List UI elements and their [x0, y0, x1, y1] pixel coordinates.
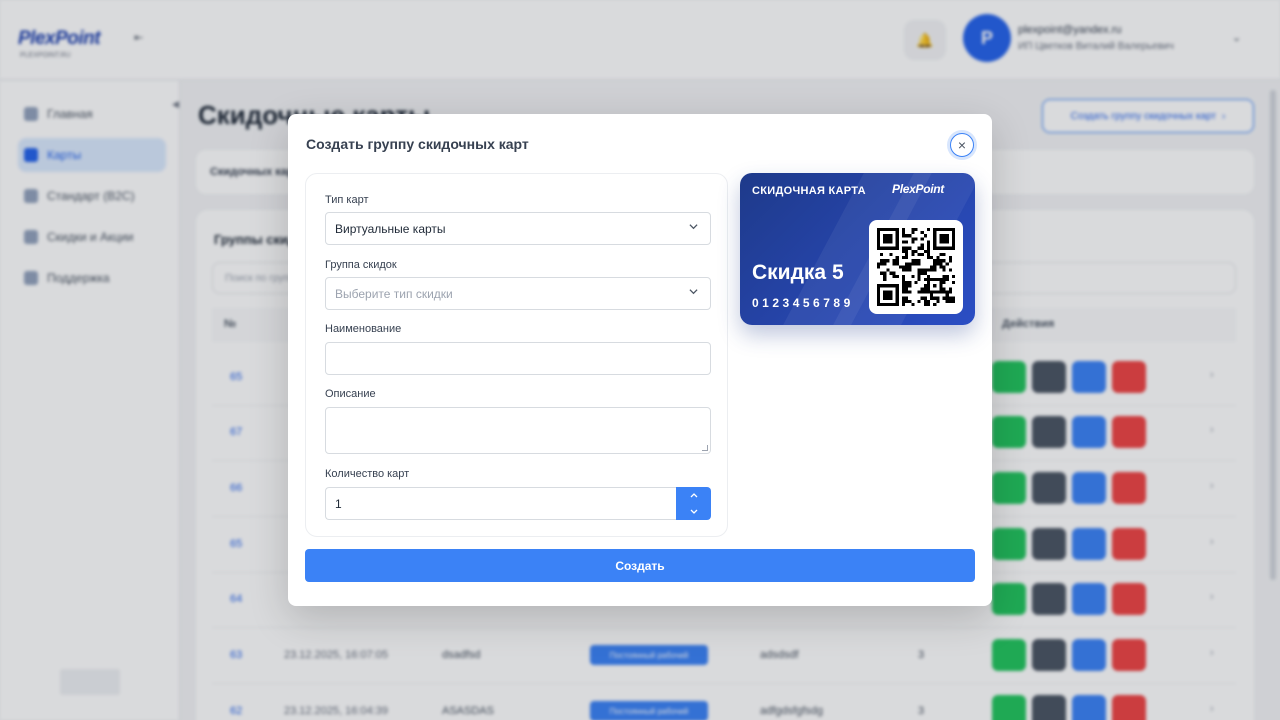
card-preview-logo: PlexPoint — [892, 182, 944, 196]
quantity-label: Количество карт — [325, 468, 410, 480]
card-type-select[interactable]: Виртуальные карты — [325, 212, 711, 245]
description-label: Описание — [325, 388, 376, 400]
close-icon[interactable]: × — [950, 133, 974, 157]
card-type-value: Виртуальные карты — [335, 221, 446, 236]
qr-code-icon — [869, 220, 963, 314]
create-group-modal: Создать группу скидочных карт × Тип карт… — [288, 114, 992, 606]
discount-card-preview: СКИДОЧНАЯ КАРТА PlexPoint Скидка 5 01234… — [740, 173, 975, 325]
chevron-up-icon[interactable] — [676, 487, 711, 503]
quantity-stepper: 1 — [325, 487, 711, 520]
card-type-label: Тип карт — [325, 194, 369, 206]
card-preview-number: 0123456789 — [752, 296, 854, 310]
chevron-down-icon — [689, 289, 698, 295]
quantity-stepper-buttons — [676, 487, 711, 520]
create-button-label: Создать — [615, 558, 665, 573]
resize-handle-icon[interactable] — [702, 445, 708, 451]
card-preview-title: СКИДОЧНАЯ КАРТА — [752, 185, 866, 197]
description-textarea[interactable] — [325, 407, 711, 454]
create-button[interactable]: Создать — [305, 549, 975, 582]
quantity-value: 1 — [335, 496, 342, 511]
form-panel: Тип карт Виртуальные карты Группа скидок… — [305, 173, 728, 537]
quantity-input[interactable]: 1 — [325, 487, 676, 520]
discount-group-select[interactable]: Выберите тип скидки — [325, 277, 711, 310]
modal-title: Создать группу скидочных карт — [306, 136, 529, 152]
name-input[interactable] — [325, 342, 711, 375]
card-preview-discount-name: Скидка 5 — [752, 261, 844, 284]
discount-group-label: Группа скидок — [325, 259, 397, 271]
chevron-down-icon[interactable] — [676, 504, 711, 520]
name-label: Наименование — [325, 323, 402, 335]
chevron-down-icon — [689, 224, 698, 230]
discount-group-placeholder: Выберите тип скидки — [335, 286, 453, 301]
